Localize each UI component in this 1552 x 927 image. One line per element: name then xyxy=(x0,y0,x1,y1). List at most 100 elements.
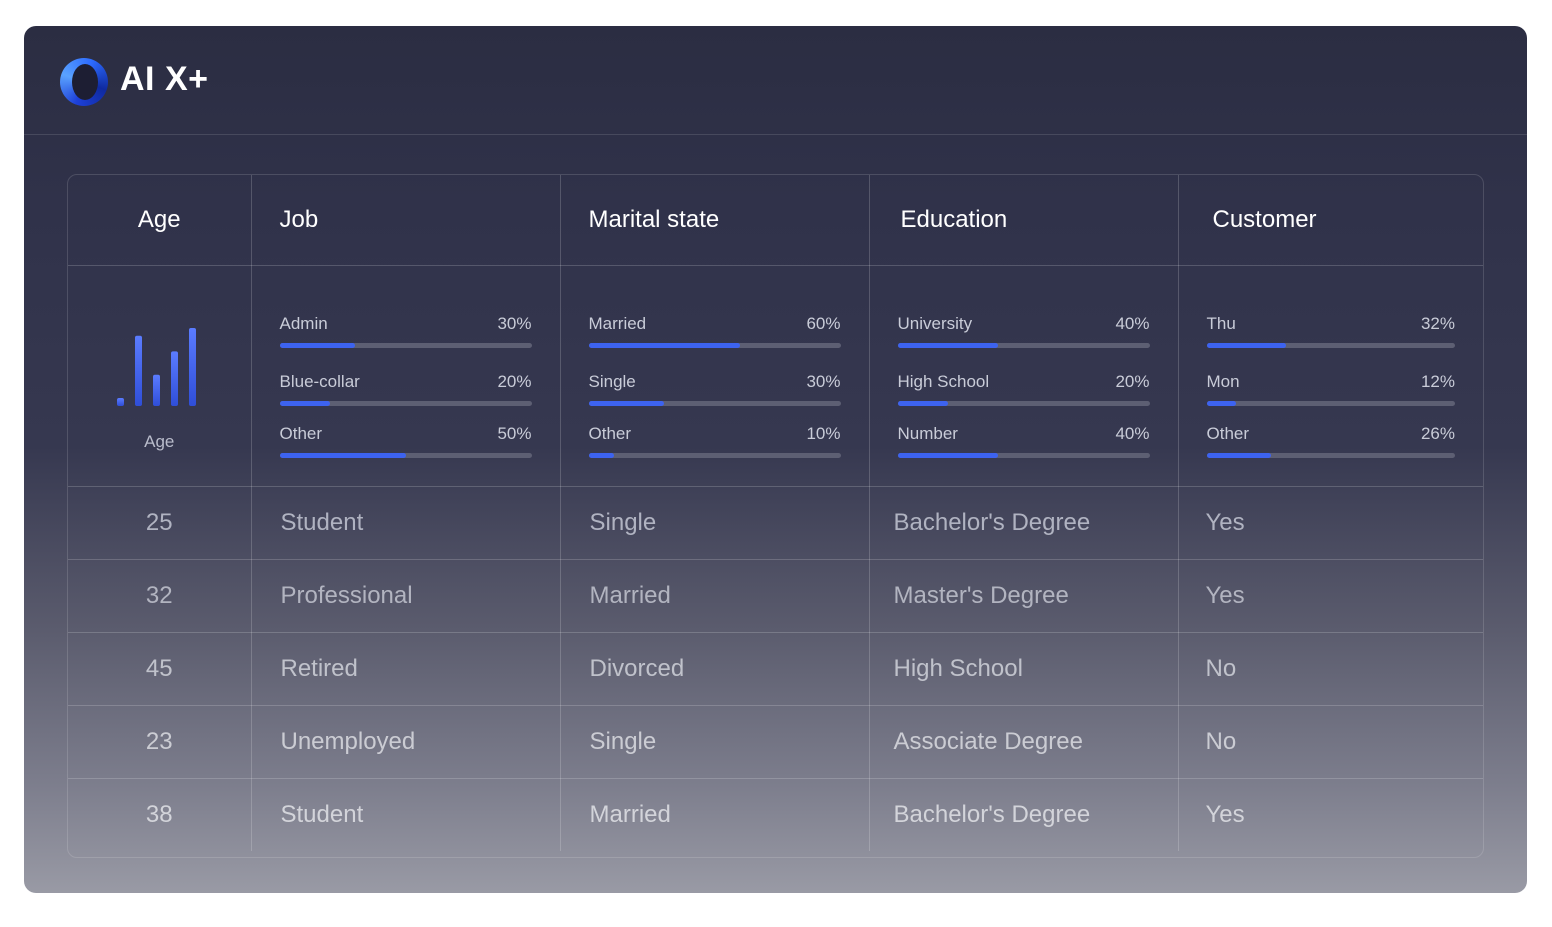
education-summary-cell: University 40% High School 20% Number 40% xyxy=(868,265,1179,487)
column-header-age[interactable]: Age xyxy=(68,175,252,266)
progress-fill xyxy=(1206,343,1287,348)
app-title: AI X+ xyxy=(120,60,209,98)
progress-bar xyxy=(897,453,1150,458)
stat-label: Other xyxy=(279,424,323,443)
stat-item-education: High School 20% xyxy=(897,372,1150,406)
progress-fill xyxy=(588,401,665,406)
stat-label: Number xyxy=(897,424,958,443)
customer-summary-cell: Thu 32% Mon 12% Other 26% xyxy=(1177,265,1483,487)
progress-fill xyxy=(1206,453,1272,458)
cell-marital: Single xyxy=(589,728,657,755)
cell-marital: Divorced xyxy=(589,655,685,682)
cell-education: Associate Degree xyxy=(893,728,1083,755)
stat-value: 40% xyxy=(1115,424,1150,443)
cell-education: Master's Degree xyxy=(893,582,1069,609)
progress-fill xyxy=(279,401,330,406)
cell-age: 25 xyxy=(145,509,173,536)
stat-item-job: Admin 30% xyxy=(279,314,532,348)
progress-bar xyxy=(279,401,532,406)
stat-item-job: Other 50% xyxy=(279,424,532,458)
progress-bar xyxy=(588,453,841,458)
progress-fill xyxy=(1206,401,1237,406)
stat-label: Mon xyxy=(1206,372,1240,391)
cell-job: Retired xyxy=(280,655,358,682)
age-distribution-chart xyxy=(117,328,196,406)
column-header-marital-state[interactable]: Marital state xyxy=(559,175,870,266)
stat-item-education: University 40% xyxy=(897,314,1150,348)
progress-bar xyxy=(897,401,1150,406)
cell-customer: No xyxy=(1205,728,1237,755)
stat-label: Other xyxy=(588,424,632,443)
top-bar: AI X+ xyxy=(24,26,1527,135)
progress-bar xyxy=(279,453,532,458)
cell-age: 38 xyxy=(145,801,173,828)
stat-value: 40% xyxy=(1115,314,1150,333)
progress-bar xyxy=(1206,343,1455,348)
stat-value: 50% xyxy=(497,424,532,443)
stat-value: 12% xyxy=(1420,372,1455,391)
cell-education: Bachelor's Degree xyxy=(893,801,1091,828)
age-bar xyxy=(135,335,142,406)
stat-label: Blue-collar xyxy=(279,372,360,391)
progress-fill xyxy=(897,453,999,458)
progress-fill xyxy=(588,343,740,348)
job-summary-cell: Admin 30% Blue-collar 20% Other 50% xyxy=(250,265,561,487)
cell-customer: Yes xyxy=(1205,582,1245,609)
cell-job: Student xyxy=(280,509,364,536)
stat-value: 32% xyxy=(1420,314,1455,333)
cell-customer: Yes xyxy=(1205,801,1245,828)
progress-bar xyxy=(1206,453,1455,458)
progress-fill xyxy=(897,401,948,406)
table-row[interactable]: 25 Student Single Bachelor's Degree Yes xyxy=(68,486,1483,560)
table-row[interactable]: 23 Unemployed Single Associate Degree No xyxy=(68,705,1483,779)
stat-value: 30% xyxy=(806,372,841,391)
stat-value: 10% xyxy=(806,424,841,443)
stat-value: 20% xyxy=(1115,372,1150,391)
stat-label: Thu xyxy=(1206,314,1236,333)
column-header-job[interactable]: Job xyxy=(250,175,561,266)
marital-summary-cell: Married 60% Single 30% Other 10% xyxy=(559,265,870,487)
cell-education: Bachelor's Degree xyxy=(893,509,1091,536)
progress-fill xyxy=(279,453,406,458)
stat-label: Admin xyxy=(279,314,328,333)
table-row[interactable]: 38 Student Married Bachelor's Degree Yes xyxy=(68,778,1483,851)
stat-item-education: Number 40% xyxy=(897,424,1150,458)
progress-fill xyxy=(588,453,614,458)
table-header: Age Job Marital state Education Customer xyxy=(68,175,1483,266)
age-summary-cell: Age xyxy=(68,265,252,487)
stat-label: Other xyxy=(1206,424,1250,443)
column-header-customer[interactable]: Customer xyxy=(1177,175,1483,266)
age-bar xyxy=(117,398,124,406)
progress-bar xyxy=(897,343,1150,348)
cell-age: 23 xyxy=(145,728,173,755)
stat-label: University xyxy=(897,314,973,333)
progress-bar xyxy=(1206,401,1455,406)
stat-item-job: Blue-collar 20% xyxy=(279,372,532,406)
progress-bar xyxy=(588,343,841,348)
stat-item-marital: Other 10% xyxy=(588,424,841,458)
age-chart-label: Age xyxy=(144,432,175,451)
cell-education: High School xyxy=(893,655,1023,682)
column-header-education[interactable]: Education xyxy=(868,175,1179,266)
cell-age: 45 xyxy=(145,655,173,682)
progress-fill xyxy=(897,343,999,348)
logo-icon xyxy=(60,58,108,106)
stat-value: 26% xyxy=(1420,424,1455,443)
stat-value: 30% xyxy=(497,314,532,333)
cell-customer: No xyxy=(1205,655,1237,682)
cell-job: Unemployed xyxy=(280,728,416,755)
cell-job: Professional xyxy=(280,582,413,609)
cell-job: Student xyxy=(280,801,364,828)
stat-label: High School xyxy=(897,372,990,391)
age-bar xyxy=(189,328,196,406)
data-table: Age Job Marital state Education Customer… xyxy=(67,174,1484,858)
stat-value: 60% xyxy=(806,314,841,333)
progress-bar xyxy=(279,343,532,348)
table-row[interactable]: 32 Professional Married Master's Degree … xyxy=(68,559,1483,633)
age-bar xyxy=(171,351,178,406)
table-row[interactable]: 45 Retired Divorced High School No xyxy=(68,632,1483,706)
progress-fill xyxy=(279,343,356,348)
cell-marital: Married xyxy=(589,582,671,609)
cell-customer: Yes xyxy=(1205,509,1245,536)
stat-label: Married xyxy=(588,314,647,333)
